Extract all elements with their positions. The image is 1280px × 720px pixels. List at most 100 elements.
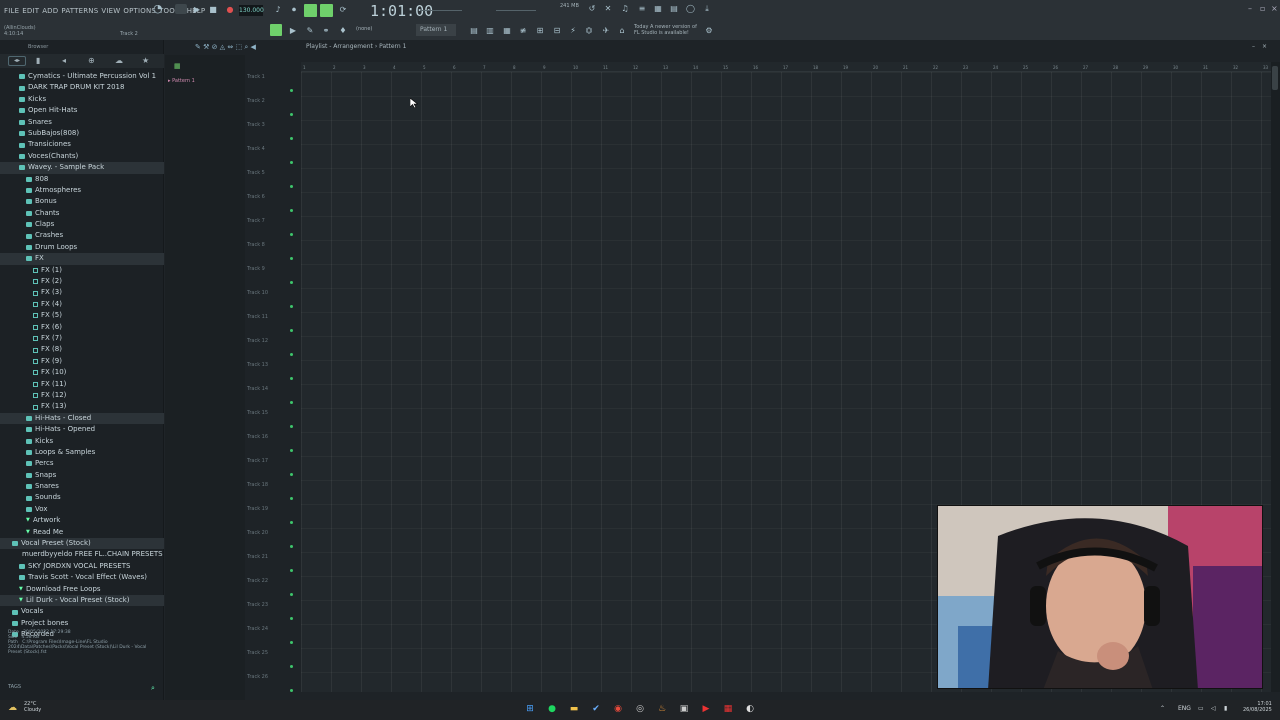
plug-icon[interactable]: ⚡ xyxy=(569,27,577,35)
browser-item[interactable]: Drum Loops xyxy=(0,242,164,253)
browser-item[interactable]: FX (6) xyxy=(0,322,164,333)
browser-item[interactable]: Snares xyxy=(0,481,164,492)
minimize-icon[interactable]: – xyxy=(1248,4,1252,13)
metronome-icon[interactable]: ♪ xyxy=(274,6,282,14)
fl-studio-icon[interactable]: ♨ xyxy=(656,703,668,715)
browser-tree-icon[interactable]: ⊕ xyxy=(88,56,95,65)
track-header[interactable]: Track 3 xyxy=(245,120,301,144)
tool-draw-icon[interactable]: ✎ xyxy=(195,43,201,51)
browser-item[interactable]: FX (8) xyxy=(0,344,164,355)
menu-options[interactable]: OPTIONS xyxy=(123,7,156,15)
song-time-display[interactable]: 1:01:00 xyxy=(370,2,433,20)
menu-file[interactable]: FILE xyxy=(4,7,19,15)
camera-icon[interactable]: ◎ xyxy=(634,703,646,715)
browser-item[interactable]: Snares xyxy=(0,117,164,128)
bag-icon[interactable]: ⌂ xyxy=(618,27,626,35)
volume-icon[interactable]: ◁ xyxy=(1211,705,1216,712)
browser-item[interactable]: Vocals xyxy=(0,606,164,617)
tray-chevron-icon[interactable]: ⌃ xyxy=(1160,705,1165,712)
browser-item[interactable]: Loops & Samples xyxy=(0,447,164,458)
download-icon[interactable]: ⤓ xyxy=(703,5,711,13)
store-icon[interactable]: ▣ xyxy=(678,703,690,715)
track-enable-led[interactable] xyxy=(290,281,293,284)
tools-icon[interactable]: ✕ xyxy=(604,5,612,13)
tool-slip-icon[interactable]: ⇔ xyxy=(227,43,233,51)
tree-icon[interactable]: ⊞ xyxy=(536,27,544,35)
track-enable-led[interactable] xyxy=(290,113,293,116)
piano-icon[interactable]: ▥ xyxy=(486,27,494,35)
track-enable-led[interactable] xyxy=(290,209,293,212)
track-enable-led[interactable] xyxy=(290,161,293,164)
browser-item[interactable]: ▼ Read Me xyxy=(0,527,164,538)
browser-item[interactable]: Vocal Preset (Stock) xyxy=(0,538,164,550)
browser-item[interactable]: FX (12) xyxy=(0,390,164,401)
browser-item[interactable]: FX (7) xyxy=(0,333,164,344)
master-volume-slider[interactable] xyxy=(420,10,462,11)
browser-item[interactable]: Sounds xyxy=(0,492,164,503)
network-icon[interactable]: ▭ xyxy=(1198,705,1204,712)
play-pattern-icon[interactable]: ▶ xyxy=(289,27,297,35)
track-header[interactable]: Track 26 xyxy=(245,672,301,696)
playlist-scrollbar[interactable] xyxy=(1271,62,1280,692)
track-enable-led[interactable] xyxy=(290,305,293,308)
track-enable-led[interactable] xyxy=(290,545,293,548)
playlist-minimize-icon[interactable]: – xyxy=(1252,43,1255,50)
browser-item[interactable]: SKY JORDXN VOCAL PRESETS xyxy=(0,561,164,572)
track-enable-led[interactable] xyxy=(290,401,293,404)
timeline-ruler[interactable]: 1 2 3 4 5 6 7 8 9 10 11 12 13 14 15 16 17 18 19 20 21 22 23 24 2… xyxy=(301,62,1271,72)
battery-icon[interactable]: ▮ xyxy=(1224,705,1227,712)
pattern-clip-item[interactable]: ▸ Pattern 1 xyxy=(168,78,195,84)
record-icon[interactable]: ● xyxy=(226,6,234,14)
media-icon[interactable]: ◐ xyxy=(744,703,756,715)
track-enable-led[interactable] xyxy=(290,689,293,692)
browser-item[interactable]: 808 xyxy=(0,174,164,185)
mixer-icon[interactable]: ≡ xyxy=(638,5,646,13)
spotify-icon[interactable]: ● xyxy=(546,703,558,715)
browser-item[interactable]: Atmospheres xyxy=(0,185,164,196)
stamp-icon[interactable]: ♦ xyxy=(339,27,347,35)
track-enable-led[interactable] xyxy=(290,473,293,476)
browser-cloud-icon[interactable]: ☁ xyxy=(115,56,123,65)
browser-item[interactable]: SubBajos(808) xyxy=(0,128,164,139)
playlist-scroll-thumb[interactable] xyxy=(1272,66,1278,90)
pencil-icon[interactable]: ✎ xyxy=(306,27,314,35)
track-header[interactable]: Track 6 xyxy=(245,192,301,216)
vscode-icon[interactable]: ✔ xyxy=(590,703,602,715)
browser-item[interactable]: Bonus xyxy=(0,196,164,207)
track-enable-led[interactable] xyxy=(290,497,293,500)
track-header[interactable]: Track 8 xyxy=(245,240,301,264)
browser-search-icon[interactable]: ⌕ xyxy=(151,684,155,693)
track-header[interactable]: Track 25 xyxy=(245,648,301,672)
weather-icon[interactable]: ☁ xyxy=(8,703,17,713)
touch-icon[interactable]: ✈ xyxy=(602,27,610,35)
track-header[interactable]: Track 24 xyxy=(245,624,301,648)
track-header[interactable]: Track 23 xyxy=(245,600,301,624)
browser-item[interactable]: FX (10) xyxy=(0,367,164,378)
track-header[interactable]: Track 22 xyxy=(245,576,301,600)
wait-input-icon[interactable]: ⏺ xyxy=(290,6,298,14)
menu-edit[interactable]: EDIT xyxy=(22,7,39,15)
track-enable-led[interactable] xyxy=(290,593,293,596)
track-enable-led[interactable] xyxy=(290,233,293,236)
system-clock[interactable]: 17:01 26/08/2025 xyxy=(1243,701,1272,713)
track-header[interactable]: Track 2 xyxy=(245,96,301,120)
track-enable-led[interactable] xyxy=(290,185,293,188)
tool-select-icon[interactable]: ⬚ xyxy=(235,43,242,51)
play-icon[interactable]: ▶ xyxy=(193,6,201,14)
tool-play-icon[interactable]: ◀ xyxy=(250,43,255,51)
track-header[interactable]: Track 18 xyxy=(245,480,301,504)
browser-item[interactable]: FX (3) xyxy=(0,287,164,298)
recorder-icon[interactable]: ▦ xyxy=(722,703,734,715)
browser-item[interactable]: ▼ Artwork xyxy=(0,515,164,526)
track-header[interactable]: Track 20 xyxy=(245,528,301,552)
browser-item[interactable]: Hi-Hats - Closed xyxy=(0,412,164,425)
track-enable-led[interactable] xyxy=(290,257,293,260)
track-header[interactable]: Track 1 xyxy=(245,72,301,96)
track-header[interactable]: Track 17 xyxy=(245,456,301,480)
track-enable-led[interactable] xyxy=(290,617,293,620)
piano-roll-icon[interactable]: ▤ xyxy=(670,5,678,13)
tool-mute-icon[interactable]: ◬ xyxy=(220,43,225,51)
browser-item[interactable]: ▼ Lil Durk - Vocal Preset (Stock) xyxy=(0,594,164,607)
master-pitch-slider[interactable] xyxy=(496,10,536,11)
blend-notes-button[interactable] xyxy=(320,4,333,17)
